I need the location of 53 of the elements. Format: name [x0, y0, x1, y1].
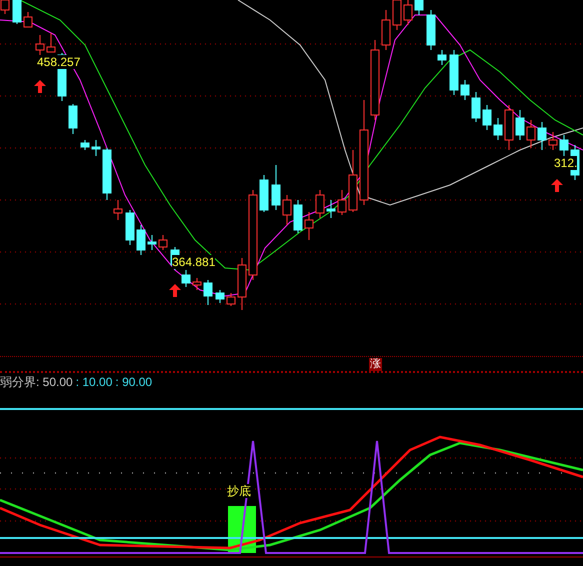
signal-label: 抄底 [227, 484, 251, 498]
candlestick [216, 290, 224, 304]
candlestick [92, 140, 100, 156]
candlestick [338, 190, 346, 216]
price-label: 312. [554, 156, 578, 170]
candlestick [494, 118, 502, 140]
candlestick [24, 12, 32, 28]
candlestick [126, 210, 134, 246]
candlestick [472, 92, 480, 122]
candlestick [526, 120, 536, 148]
candlestick [326, 200, 336, 218]
candlestick [46, 32, 56, 52]
up-arrow-icon [169, 284, 181, 297]
candlestick [316, 190, 324, 218]
candlestick [272, 164, 280, 210]
candlestick [548, 132, 558, 150]
candlestick [516, 110, 524, 140]
up-arrow-icon [551, 179, 563, 192]
candlestick [238, 258, 246, 310]
candlestick [382, 10, 390, 50]
candlestick [68, 104, 78, 134]
candlestick [294, 200, 302, 234]
candlestick [482, 104, 492, 130]
candlestick [192, 278, 202, 290]
candlestick [348, 150, 358, 212]
candlestick [414, 0, 424, 16]
candlestick [538, 122, 546, 150]
candlestick [148, 234, 156, 250]
candlestick [158, 234, 168, 250]
candlestick [136, 224, 146, 256]
candlestick [450, 50, 458, 96]
candlestick [426, 10, 436, 50]
candlestick [304, 212, 314, 240]
candlestick [438, 50, 446, 66]
candlestick [80, 140, 90, 150]
indicator-legend-text: 弱分界: 50.00 [0, 374, 73, 391]
candlestick [204, 280, 212, 306]
price-label: 458.257 [37, 55, 80, 69]
candlestick [460, 80, 470, 100]
candlestick [260, 174, 268, 212]
price-label: 364.881 [172, 255, 216, 269]
candlestick [12, 0, 22, 24]
candlestick [504, 104, 514, 150]
candlestick [226, 292, 236, 306]
indicator-legend-text: : 90.00 [115, 374, 152, 391]
up-arrow-icon [34, 80, 46, 93]
rise-badge: 涨 [369, 358, 382, 371]
candlestick [36, 34, 44, 56]
candlestick [114, 200, 122, 220]
candlestick [282, 194, 292, 226]
candlestick [102, 148, 112, 200]
candlestick [182, 270, 190, 288]
indicator-legend-text: : 10.00 [76, 374, 112, 391]
